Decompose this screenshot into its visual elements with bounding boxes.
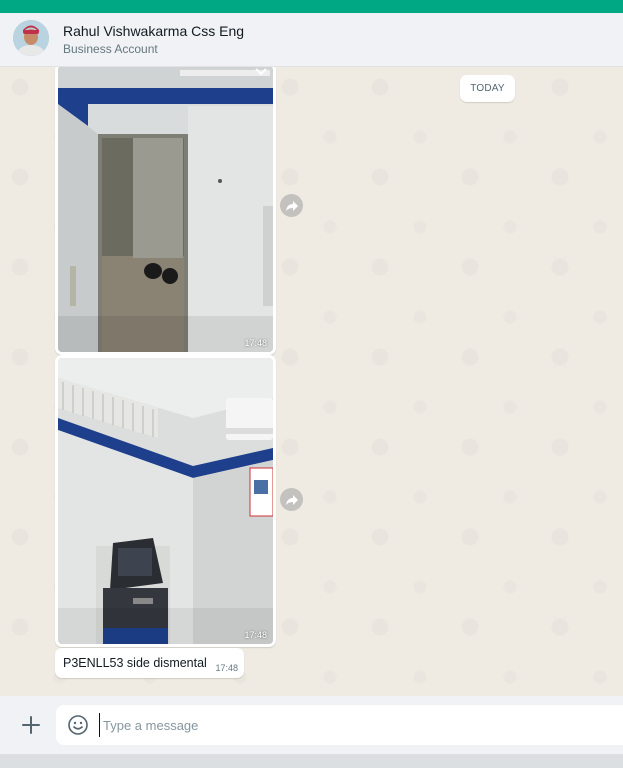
message-time: 17:48 bbox=[244, 338, 267, 348]
plus-icon[interactable] bbox=[20, 714, 42, 736]
contact-name[interactable]: Rahul Vishwakarma Css Eng bbox=[63, 23, 244, 39]
message-time: 17:48 bbox=[244, 630, 267, 640]
message-photo[interactable]: 17:48 bbox=[58, 358, 273, 644]
chat-header[interactable]: Rahul Vishwakarma Css Eng Business Accou… bbox=[0, 13, 623, 67]
message-composer bbox=[0, 696, 623, 754]
text-message[interactable]: P3ENLL53 side dismental 17:48 bbox=[55, 648, 244, 678]
avatar[interactable] bbox=[13, 20, 49, 56]
image-message[interactable]: 17:48 bbox=[55, 67, 276, 355]
date-divider: TODAY bbox=[460, 75, 515, 102]
message-text: P3ENLL53 side dismental bbox=[63, 656, 207, 670]
image-message[interactable]: 17:48 bbox=[55, 355, 276, 647]
forward-icon[interactable] bbox=[280, 194, 303, 217]
chevron-down-icon[interactable] bbox=[255, 68, 267, 76]
forward-icon[interactable] bbox=[280, 488, 303, 511]
contact-subtitle: Business Account bbox=[63, 42, 158, 56]
emoji-icon[interactable] bbox=[67, 714, 89, 736]
message-photo[interactable]: 17:48 bbox=[58, 67, 273, 352]
message-input[interactable] bbox=[99, 713, 599, 737]
bottom-bar bbox=[0, 754, 623, 768]
chat-area[interactable]: TODAY 17:48 17:48 P3ENLL53 side dismenta… bbox=[0, 67, 623, 696]
top-brand-strip bbox=[0, 0, 623, 13]
message-time: 17:48 bbox=[215, 663, 238, 673]
message-input-container[interactable] bbox=[56, 705, 623, 745]
